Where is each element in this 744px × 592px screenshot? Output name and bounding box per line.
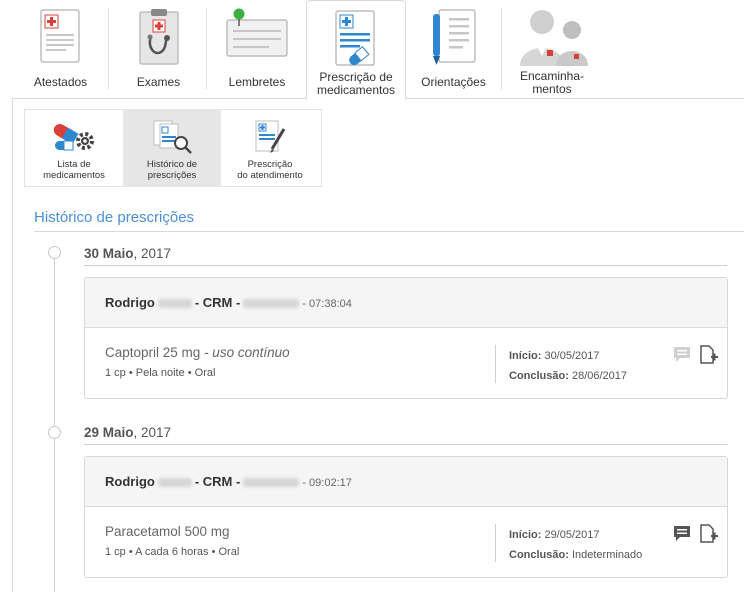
prescription-time: - 07:38:04: [302, 298, 352, 310]
tab-encaminhamentos[interactable]: Encaminha- mentos: [503, 0, 601, 98]
medication-name: Captopril 25 mg - uso contínuo: [105, 345, 290, 360]
entry-date: 30 Maio, 2017: [84, 246, 172, 261]
subtab-label: Lista de medicamentos: [43, 159, 105, 181]
add-document-icon[interactable]: [699, 345, 719, 365]
timeline-dot: [48, 246, 61, 259]
card-body: Paracetamol 500 mg 1 cp • A cada 6 horas…: [85, 507, 727, 575]
subtab-historico-prescricoes[interactable]: Histórico de prescrições: [123, 110, 221, 186]
card-header: Rodrigo - CRM - - 07:38:04: [85, 278, 727, 328]
tab-orientacoes[interactable]: Orientações: [405, 0, 502, 98]
start-date: 30/05/2017: [541, 350, 600, 362]
prescription-card: Rodrigo - CRM - - 07:38:04 Captopril 25 mg…: [84, 277, 728, 399]
end-date: Indeterminado: [568, 549, 643, 561]
subtab-lista-medicamentos[interactable]: Lista de medicamentos: [25, 110, 123, 186]
clipboard-stethoscope-icon: [138, 9, 179, 65]
doctor-info: Rodrigo - CRM - - 09:02:17: [105, 474, 352, 489]
doctors-icon: [520, 10, 588, 66]
dosage-info: 1 cp • A cada 6 horas • Oral: [105, 546, 240, 558]
doctor-name: Rodrigo: [105, 295, 155, 310]
comment-icon[interactable]: [673, 524, 691, 542]
subtab-label: Prescrição do atendimento: [237, 159, 303, 181]
subtab-prescricao-atendimento[interactable]: Prescrição do atendimento: [221, 110, 319, 186]
sub-tabs: Lista de medicamentos Histórico de presc…: [24, 109, 322, 187]
crm-label: - CRM -: [194, 295, 241, 310]
medication-name: Paracetamol 500 mg: [105, 524, 230, 539]
doctor-name: Rodrigo: [105, 474, 155, 489]
end-date: 28/06/2017: [568, 370, 628, 382]
start-date: 29/05/2017: [541, 529, 600, 541]
prescription-panel: Lista de medicamentos Histórico de presc…: [12, 99, 744, 592]
redacted-crm: [243, 478, 300, 488]
redacted-surname: [157, 478, 192, 488]
document-pen-icon: [432, 9, 476, 65]
date-range: Início: 30/05/2017 Conclusão: 28/06/2017: [509, 350, 628, 382]
note-pin-icon: [226, 8, 288, 57]
section-divider: [34, 231, 744, 232]
tab-label: Encaminha- mentos: [519, 69, 585, 96]
card-body: Captopril 25 mg - uso contínuo 1 cp • Pe…: [85, 328, 727, 396]
tab-label: Prescrição de medicamentos: [316, 70, 396, 97]
redacted-surname: [157, 299, 192, 309]
date-divider: [84, 265, 727, 266]
pills-gear-icon: [53, 124, 94, 151]
card-header: Rodrigo - CRM - - 09:02:17: [85, 457, 727, 507]
prescription-card: Rodrigo - CRM - - 09:02:17 Paracetamol 500…: [84, 456, 728, 578]
documents-search-icon: [153, 120, 192, 154]
doctor-info: Rodrigo - CRM - - 07:38:04: [105, 295, 352, 310]
section-title: Histórico de prescrições: [34, 209, 195, 226]
date-divider: [84, 444, 727, 445]
prescription-icon: [335, 10, 375, 66]
add-document-icon[interactable]: [699, 524, 719, 544]
subtab-label: Histórico de prescrições: [146, 159, 198, 181]
prescription-time: - 09:02:17: [302, 477, 352, 489]
top-tabs: Atestados Exames Lembretes Prescrição de…: [0, 0, 744, 100]
certificate-icon: [39, 9, 80, 63]
tab-atestados[interactable]: Atestados: [12, 0, 109, 98]
tab-label: Orientações: [421, 75, 486, 89]
timeline-line: [54, 249, 55, 592]
timeline-dot: [48, 426, 61, 439]
date-range: Início: 29/05/2017 Conclusão: Indetermin…: [509, 529, 643, 561]
tab-label: Exames: [136, 75, 181, 89]
tab-exames[interactable]: Exames: [110, 0, 207, 98]
tab-label: Atestados: [33, 75, 88, 89]
prescription-pen-icon: [255, 120, 286, 153]
tab-label: Lembretes: [228, 75, 286, 89]
redacted-crm: [243, 299, 300, 309]
entry-date: 29 Maio, 2017: [84, 425, 172, 440]
comment-icon[interactable]: [673, 345, 691, 363]
tab-prescricao-medicamentos[interactable]: Prescrição de medicamentos: [306, 0, 406, 100]
tab-lembretes[interactable]: Lembretes: [208, 0, 306, 98]
dosage-info: 1 cp • Pela noite • Oral: [105, 367, 216, 379]
crm-label: - CRM -: [194, 474, 241, 489]
